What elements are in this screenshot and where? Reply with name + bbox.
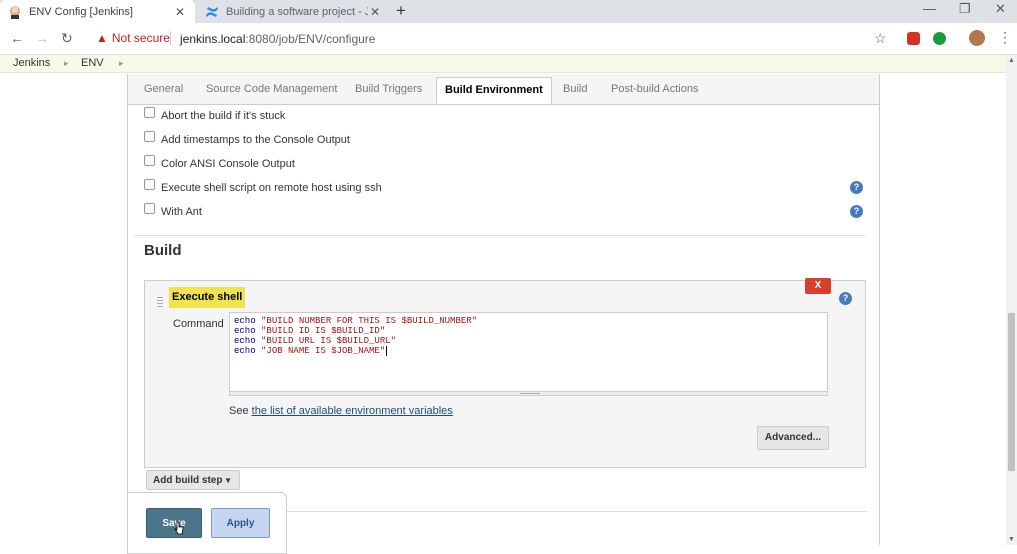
- tab-close-icon[interactable]: ✕: [368, 5, 382, 19]
- command-label: Command: [173, 318, 224, 330]
- tab-build[interactable]: Build: [563, 83, 587, 95]
- option-color-ansi[interactable]: Color ANSI Console Output: [144, 154, 295, 170]
- env-vars-hint: See the list of available environment va…: [229, 405, 453, 417]
- restore-icon[interactable]: ❐: [959, 1, 971, 17]
- checkbox[interactable]: [144, 202, 155, 214]
- command-line: echo "BUILD URL IS $BUILD_URL": [234, 336, 397, 346]
- breadcrumb-item-jenkins[interactable]: Jenkins: [13, 57, 50, 69]
- new-tab-button[interactable]: +: [396, 1, 406, 21]
- breadcrumb-chevron-icon: ▸: [119, 58, 124, 68]
- breadcrumb: Jenkins ▸ ENV ▸: [0, 55, 1017, 73]
- option-with-ant[interactable]: With Ant: [144, 202, 202, 218]
- scrollbar-thumb[interactable]: [1008, 313, 1015, 471]
- reload-icon[interactable]: ↻: [61, 30, 73, 47]
- section-divider: [285, 511, 867, 512]
- browser-tab-strip: ENV Config [Jenkins] ✕ Building a softwa…: [0, 0, 1017, 23]
- build-section-heading: Build: [144, 242, 182, 259]
- close-window-icon[interactable]: ✕: [995, 1, 1006, 17]
- checkbox[interactable]: [144, 154, 155, 166]
- url-host: jenkins.local: [180, 32, 246, 46]
- command-line: echo "BUILD ID IS $BUILD_ID": [234, 326, 386, 336]
- apply-button[interactable]: Apply: [211, 508, 270, 538]
- option-ssh-remote[interactable]: Execute shell script on remote host usin…: [144, 178, 382, 194]
- help-icon[interactable]: ?: [839, 292, 852, 305]
- mouse-cursor-icon: [174, 521, 184, 535]
- security-indicator[interactable]: ▲ Not secure: [96, 31, 170, 45]
- warning-icon: ▲: [96, 31, 108, 45]
- command-line: echo "JOB NAME IS $JOB_NAME": [234, 346, 388, 356]
- bookmark-star-icon[interactable]: ☆: [874, 30, 887, 47]
- address-bar[interactable]: jenkins.local:8080/job/ENV/configure: [180, 32, 375, 46]
- help-icon[interactable]: ?: [850, 205, 863, 218]
- tab-general[interactable]: General: [144, 83, 183, 95]
- caret-down-icon: ▼: [224, 476, 232, 485]
- command-textarea[interactable]: echo "BUILD NUMBER FOR THIS IS $BUILD_NU…: [229, 312, 828, 392]
- forward-arrow-icon[interactable]: →: [35, 30, 49, 46]
- scroll-down-icon[interactable]: ▼: [1008, 536, 1015, 543]
- execute-shell-step: Execute shell X ? Command echo "BUILD NU…: [144, 278, 866, 468]
- tab-title: ENV Config [Jenkins]: [29, 5, 133, 18]
- tab-close-icon[interactable]: ✕: [173, 5, 187, 19]
- env-vars-link[interactable]: the list of available environment variab…: [252, 405, 453, 417]
- scroll-up-icon[interactable]: ▲: [1008, 57, 1015, 64]
- url-separator: [170, 31, 171, 45]
- checkbox[interactable]: [144, 130, 155, 142]
- page-scrollbar[interactable]: ▲ ▼: [1006, 55, 1017, 545]
- tab-post-build-actions[interactable]: Post-build Actions: [611, 83, 698, 95]
- config-panel: General Source Code Management Build Tri…: [127, 74, 880, 554]
- tab-source-code-management[interactable]: Source Code Management: [206, 83, 337, 95]
- checkbox[interactable]: [144, 106, 155, 118]
- minimize-icon[interactable]: —: [923, 1, 936, 16]
- drag-handle-icon[interactable]: [157, 297, 163, 307]
- textarea-resize-handle[interactable]: [229, 392, 828, 396]
- step-title: Execute shell: [169, 287, 246, 308]
- option-timestamps[interactable]: Add timestamps to the Console Output: [144, 130, 350, 146]
- advanced-button[interactable]: Advanced...: [757, 426, 829, 450]
- tab-title: Building a software project - Jen: [226, 5, 368, 18]
- browser-toolbar: ← → ↻ ▲ Not secure jenkins.local:8080/job…: [0, 23, 1017, 55]
- command-line: echo "BUILD NUMBER FOR THIS IS $BUILD_NU…: [234, 316, 478, 326]
- breadcrumb-item-env[interactable]: ENV: [81, 57, 104, 69]
- confluence-favicon-icon: [205, 5, 219, 19]
- extension-grammar-icon[interactable]: [933, 32, 946, 45]
- browser-tab-docs[interactable]: Building a software project - Jen ✕: [197, 0, 390, 23]
- checkbox[interactable]: [144, 178, 155, 190]
- browser-tab-jenkins-config[interactable]: ENV Config [Jenkins] ✕: [0, 0, 195, 23]
- tab-build-triggers[interactable]: Build Triggers: [355, 83, 422, 95]
- option-abort-stuck[interactable]: Abort the build if it's stuck: [144, 106, 285, 122]
- browser-menu-icon[interactable]: ⋮: [998, 29, 1012, 46]
- back-arrow-icon[interactable]: ←: [10, 30, 24, 46]
- add-build-step-button[interactable]: Add build step ▼: [146, 470, 240, 490]
- tab-build-environment[interactable]: Build Environment: [436, 77, 552, 104]
- delete-step-button[interactable]: X: [805, 278, 831, 294]
- breadcrumb-chevron-icon: ▸: [64, 58, 69, 68]
- profile-avatar[interactable]: [969, 30, 985, 46]
- help-icon[interactable]: ?: [850, 181, 863, 194]
- config-tab-bar: General Source Code Management Build Tri…: [128, 74, 879, 105]
- jenkins-favicon-icon: [8, 5, 22, 19]
- extension-icon[interactable]: [907, 32, 920, 45]
- url-path: :8080/job/ENV/configure: [245, 32, 376, 46]
- section-divider: [134, 235, 865, 236]
